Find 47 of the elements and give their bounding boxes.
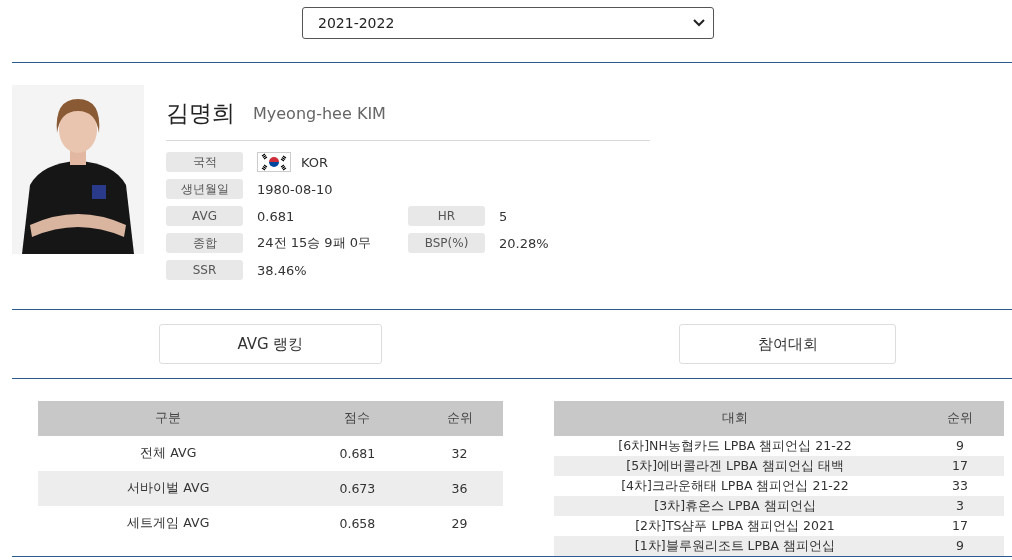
- table-cell: 전체 AVG: [38, 436, 299, 471]
- table-cell: 33: [916, 476, 1004, 496]
- table-cell: 36: [416, 471, 503, 506]
- table-cell: 0.673: [298, 471, 417, 506]
- table-cell: 서바이벌 AVG: [38, 471, 299, 506]
- player-name: 김명희: [166, 99, 235, 128]
- table-cell: [5차]에버콜라겐 LPBA 챔피언십 태백: [554, 456, 916, 476]
- field-value: 0.681: [257, 208, 295, 224]
- column-header: 순위: [916, 401, 1004, 436]
- table-cell: 9: [916, 536, 1004, 556]
- table-cell: 세트게임 AVG: [38, 506, 299, 541]
- table-cell: 17: [916, 456, 1004, 476]
- table-cell: [4차]크라운해태 LPBA 챔피언십 21-22: [554, 476, 916, 496]
- table-cell: [6차]NH농협카드 LPBA 챔피언십 21-22: [554, 436, 916, 456]
- column-header: 대회: [554, 401, 916, 436]
- table-cell: [3차]휴온스 LPBA 챔피언십: [554, 496, 916, 516]
- field-label: SSR: [166, 260, 243, 280]
- field-label: 생년월일: [166, 179, 243, 199]
- field-value: KOR: [301, 154, 329, 170]
- field-label: BSP(%): [408, 233, 485, 253]
- table-cell: 32: [416, 436, 503, 471]
- tournaments-button[interactable]: 참여대회: [679, 324, 896, 364]
- table-cell: 9: [916, 436, 1004, 456]
- field-label: HR: [408, 206, 485, 226]
- table-cell: [1차]블루원리조트 LPBA 챔피언십: [554, 536, 916, 556]
- table-cell: 17: [916, 516, 1004, 536]
- avg-ranking-button[interactable]: AVG 랭킹: [159, 324, 382, 364]
- table-cell: [2차]TS샴푸 LPBA 챔피언십 2021: [554, 516, 916, 536]
- field-label: AVG: [166, 206, 243, 226]
- field-value: 38.46%: [257, 262, 307, 278]
- table-cell: 0.658: [298, 506, 417, 541]
- field-value: 20.28%: [499, 235, 549, 251]
- table-cell: 29: [416, 506, 503, 541]
- player-name-english: Myeong-hee KIM: [253, 104, 386, 123]
- column-header: 점수: [298, 401, 417, 436]
- season-select[interactable]: 2021-2022: [302, 7, 714, 39]
- column-header: 순위: [416, 401, 503, 436]
- field-label: 종합: [166, 233, 243, 253]
- table-cell: 0.681: [298, 436, 417, 471]
- field-value: 24전 15승 9패 0무: [257, 234, 372, 252]
- flag-icon: [257, 152, 291, 172]
- chevron-down-icon: [693, 19, 705, 27]
- column-header: 구분: [38, 401, 299, 436]
- field-value: 5: [499, 208, 508, 224]
- field-label: 국적: [166, 152, 243, 172]
- field-value: 1980-08-10: [257, 181, 333, 197]
- table-cell: 3: [916, 496, 1004, 516]
